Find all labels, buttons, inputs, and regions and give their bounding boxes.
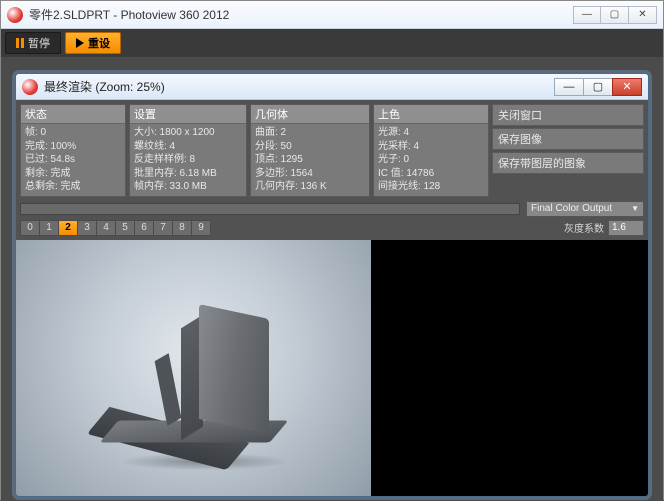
gamma-input[interactable]: 1.6 [608, 220, 644, 236]
frame-button-8[interactable]: 8 [172, 220, 192, 236]
output-dropdown[interactable]: Final Color Output ▼ [526, 201, 644, 217]
close-window-button[interactable]: 关闭窗口 [492, 104, 644, 126]
tint-panel: 上色 光源: 4 光采样: 4 光子: 0 IC 值: 14786 间接光线: … [373, 104, 489, 197]
pause-button[interactable]: 暂停 [5, 32, 61, 54]
render-minimize-button[interactable]: — [554, 78, 584, 96]
frame-buttons: 0123456789 [20, 220, 210, 236]
geometry-row: 几何内存: 136 K [255, 180, 365, 194]
geometry-panel-header: 几何体 [251, 105, 369, 124]
app-icon [7, 7, 23, 23]
save-layered-image-button[interactable]: 保存带图层的图象 [492, 152, 644, 174]
status-row: 已过: 54.8s [25, 153, 121, 167]
frame-button-9[interactable]: 9 [191, 220, 211, 236]
progress-bar [20, 203, 520, 215]
reset-label: 重设 [88, 35, 110, 51]
status-panel-header: 状态 [21, 105, 125, 124]
settings-row: 反走样样例: 8 [134, 153, 242, 167]
frame-button-7[interactable]: 7 [153, 220, 173, 236]
render-viewport[interactable] [16, 240, 371, 498]
frame-button-4[interactable]: 4 [96, 220, 116, 236]
gamma-label: 灰度系数 [564, 220, 604, 235]
geometry-row: 顶点: 1295 [255, 153, 365, 167]
outer-window: 零件2.SLDPRT - Photoview 360 2012 — ▢ ✕ 暂停… [0, 0, 664, 500]
pause-icon [16, 38, 24, 48]
panel-area: 状态 帧: 0 完成: 100% 已过: 54.8s 剩余: 完成 总剩余: 完… [16, 100, 648, 240]
status-panel: 状态 帧: 0 完成: 100% 已过: 54.8s 剩余: 完成 总剩余: 完… [20, 104, 126, 197]
tint-row: IC 值: 14786 [378, 167, 484, 181]
side-buttons: 关闭窗口 保存图像 保存带图层的图象 [492, 104, 644, 197]
tint-row: 光源: 4 [378, 126, 484, 140]
render-window: 最终渲染 (Zoom: 25%) — ▢ ✕ 状态 帧: 0 完成: 100% … [15, 73, 649, 497]
render-title: 最终渲染 (Zoom: 25%) [44, 78, 554, 95]
pause-label: 暂停 [28, 35, 50, 51]
render-titlebar[interactable]: 最终渲染 (Zoom: 25%) — ▢ ✕ [16, 74, 648, 100]
workspace: 最终渲染 (Zoom: 25%) — ▢ ✕ 状态 帧: 0 完成: 100% … [1, 57, 663, 501]
settings-panel-body: 大小: 1800 x 1200 螺纹线: 4 反走样样例: 8 批里内存: 6.… [130, 124, 246, 196]
tint-row: 光子: 0 [378, 153, 484, 167]
close-button[interactable]: ✕ [629, 6, 657, 24]
window-controls: — ▢ ✕ [573, 6, 657, 24]
settings-row: 螺纹线: 4 [134, 140, 242, 154]
maximize-button[interactable]: ▢ [601, 6, 629, 24]
frame-button-5[interactable]: 5 [115, 220, 135, 236]
outer-titlebar[interactable]: 零件2.SLDPRT - Photoview 360 2012 — ▢ ✕ [1, 1, 663, 29]
tint-panel-body: 光源: 4 光采样: 4 光子: 0 IC 值: 14786 间接光线: 128 [374, 124, 488, 196]
status-row: 剩余: 完成 [25, 167, 121, 181]
settings-row: 大小: 1800 x 1200 [134, 126, 242, 140]
render-window-controls: — ▢ ✕ [554, 78, 642, 96]
status-panel-body: 帧: 0 完成: 100% 已过: 54.8s 剩余: 完成 总剩余: 完成 [21, 124, 125, 196]
render-maximize-button[interactable]: ▢ [583, 78, 613, 96]
geometry-row: 多边形: 1564 [255, 167, 365, 181]
render-blackout [371, 240, 648, 498]
rendered-model [99, 293, 289, 483]
frame-button-6[interactable]: 6 [134, 220, 154, 236]
settings-panel: 设置 大小: 1800 x 1200 螺纹线: 4 反走样样例: 8 批里内存:… [129, 104, 247, 197]
tint-row: 光采样: 4 [378, 140, 484, 154]
frame-button-1[interactable]: 1 [39, 220, 59, 236]
geometry-panel: 几何体 曲面: 2 分段: 50 顶点: 1295 多边形: 1564 几何内存… [250, 104, 370, 197]
main-toolbar: 暂停 重设 [1, 29, 663, 57]
render-app-icon [22, 79, 38, 95]
settings-row: 批里内存: 6.18 MB [134, 167, 242, 181]
status-row: 总剩余: 完成 [25, 180, 121, 194]
frame-button-3[interactable]: 3 [77, 220, 97, 236]
status-row: 帧: 0 [25, 126, 121, 140]
frames-row: 0123456789 灰度系数 1.6 [20, 220, 644, 236]
window-title: 零件2.SLDPRT - Photoview 360 2012 [29, 6, 573, 23]
frame-button-2[interactable]: 2 [58, 220, 78, 236]
output-dropdown-value: Final Color Output [531, 203, 612, 214]
tint-panel-header: 上色 [374, 105, 488, 124]
status-row: 完成: 100% [25, 140, 121, 154]
settings-row: 帧内存: 33.0 MB [134, 180, 242, 194]
geometry-row: 曲面: 2 [255, 126, 365, 140]
render-close-button[interactable]: ✕ [612, 78, 642, 96]
frame-button-0[interactable]: 0 [20, 220, 40, 236]
geometry-panel-body: 曲面: 2 分段: 50 顶点: 1295 多边形: 1564 几何内存: 13… [251, 124, 369, 196]
save-image-button[interactable]: 保存图像 [492, 128, 644, 150]
geometry-row: 分段: 50 [255, 140, 365, 154]
settings-panel-header: 设置 [130, 105, 246, 124]
reset-button[interactable]: 重设 [65, 32, 121, 54]
render-area [16, 240, 648, 498]
progress-row: Final Color Output ▼ [20, 201, 644, 217]
minimize-button[interactable]: — [573, 6, 601, 24]
panels-row: 状态 帧: 0 完成: 100% 已过: 54.8s 剩余: 完成 总剩余: 完… [20, 104, 644, 197]
play-icon [76, 38, 84, 48]
chevron-down-icon: ▼ [631, 204, 639, 213]
tint-row: 间接光线: 128 [378, 180, 484, 194]
